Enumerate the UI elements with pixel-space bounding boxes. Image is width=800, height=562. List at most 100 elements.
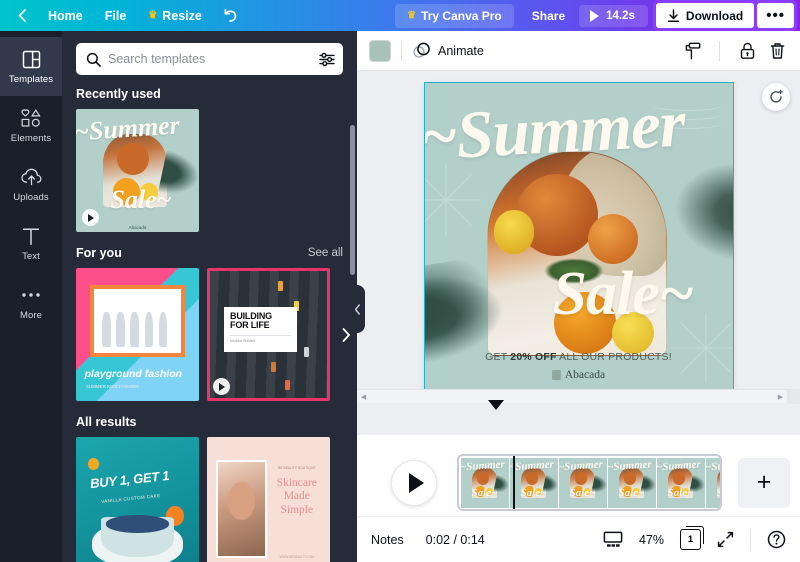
scroll-corner <box>787 390 800 404</box>
templates-grid-icon <box>22 49 41 70</box>
zoom-level[interactable]: 47% <box>639 533 664 547</box>
offer-prefix: GET <box>485 351 510 363</box>
thumb-text-card: BUILDING FOR LIFE Modular Builders <box>224 307 297 353</box>
home-button[interactable]: Home <box>37 5 94 27</box>
trash-icon <box>770 42 785 60</box>
thumb-headline-top: ~Summer <box>76 110 180 147</box>
timeline-playhead[interactable] <box>513 456 515 509</box>
sidebar-item-label: More <box>20 310 42 321</box>
timeline-frame[interactable]: ~SummerSale~ <box>608 458 656 508</box>
paint-roller-icon <box>684 42 701 60</box>
lock-button[interactable] <box>734 38 760 64</box>
panel-collapse-button[interactable] <box>349 285 365 333</box>
see-all-link[interactable]: See all <box>308 247 343 259</box>
panel-scrollbar[interactable] <box>350 125 355 275</box>
timeline-frame[interactable]: ~SummerSale~ <box>510 458 558 508</box>
sidebar-item-more[interactable]: More <box>0 273 62 332</box>
canvas-horizontal-scrollbar[interactable]: ◀ ▶ <box>357 389 800 403</box>
back-button[interactable] <box>8 5 37 26</box>
timeline-frame[interactable]: ~SummerSale~ <box>461 458 509 508</box>
thumb-caption: BUY 1, GET 1 <box>89 467 169 490</box>
thumb-subcaption: SUMMER KIDS FASHION <box>86 384 139 389</box>
thumb-photo-frame <box>90 285 186 357</box>
canvas-area[interactable]: ~Summer Sale~ GET 20% OFF ALL OUR PRODUC… <box>357 71 800 403</box>
template-card-playground-fashion[interactable]: playground fashion SUMMER KIDS FASHION <box>76 268 199 401</box>
sidebar-item-elements[interactable]: Elements <box>0 96 62 155</box>
toolbar-divider <box>719 41 720 61</box>
template-thumbnail: BUY 1, GET 1 VANILLA CUSTOM CAKE <box>76 437 199 562</box>
file-label: File <box>105 9 127 23</box>
timeline-frame[interactable]: ~SummerSale~ <box>559 458 607 508</box>
template-play-badge[interactable] <box>213 378 230 395</box>
shapes-icon <box>21 108 42 129</box>
timeline-frame[interactable]: ~SummerSale~ <box>657 458 705 508</box>
presenter-view-button[interactable] <box>603 531 623 548</box>
scroll-left-arrow[interactable]: ◀ <box>357 393 370 401</box>
sidebar-item-uploads[interactable]: Uploads <box>0 155 62 214</box>
template-card-skincare-made-simple[interactable]: BE BEAUTY BOUTIQUE Skincare Made Simple … <box>207 437 330 562</box>
brand-label: Abacada <box>565 369 605 381</box>
paint-roller-button[interactable] <box>679 38 705 64</box>
canvas-headline-sale[interactable]: Sale~ <box>553 259 694 330</box>
download-label: Download <box>686 9 743 23</box>
notes-button[interactable]: Notes <box>371 533 404 547</box>
resize-label: Resize <box>162 9 202 23</box>
home-label: Home <box>48 9 83 23</box>
canvas-offer-text[interactable]: GET 20% OFF ALL OUR PRODUCTS! <box>425 351 733 363</box>
page-number: 1 <box>688 534 693 545</box>
template-card-summer-sale[interactable]: ~Summer Sale~ Abacada <box>76 109 199 232</box>
undo-button[interactable] <box>213 4 248 27</box>
scroll-right-arrow[interactable]: ▶ <box>774 393 787 401</box>
template-play-badge[interactable] <box>82 209 99 226</box>
add-page-button[interactable]: + <box>738 458 790 508</box>
sliders-filter-icon[interactable] <box>319 52 335 67</box>
fullscreen-button[interactable] <box>717 531 734 548</box>
animate-button[interactable]: Animate <box>412 42 484 59</box>
timeline-play-button[interactable] <box>391 460 437 506</box>
upload-cloud-icon <box>21 167 42 188</box>
share-button[interactable]: Share <box>518 4 579 28</box>
download-group: Download ••• <box>653 0 797 31</box>
template-card-buy-one-get-one[interactable]: BUY 1, GET 1 VANILLA CUSTOM CAKE <box>76 437 199 562</box>
ellipsis-icon <box>21 285 41 306</box>
section-header-recently-used: Recently used <box>76 87 343 101</box>
share-label: Share <box>532 9 565 23</box>
section-header-for-you: For you See all <box>76 246 343 260</box>
timeline-frame[interactable]: ~SummerSale~ <box>706 458 722 508</box>
play-triangle-icon <box>219 383 225 391</box>
template-row-all-results: BUY 1, GET 1 VANILLA CUSTOM CAKE BE BEAU… <box>76 437 343 562</box>
scroll-track[interactable] <box>370 390 774 404</box>
search-input[interactable]: Search templates <box>76 43 343 75</box>
editor-toolbar-right <box>679 38 790 64</box>
play-triangle-icon <box>409 473 424 493</box>
thumb-headline-bottom: Sale~ <box>110 185 171 215</box>
resize-button[interactable]: ♛ Resize <box>137 5 213 27</box>
canvas-brand[interactable]: Abacada <box>425 369 733 381</box>
timeline-filmstrip[interactable]: ~SummerSale~ ~SummerSale~ ~SummerSale~ ~… <box>457 454 722 511</box>
try-canva-pro-button[interactable]: ♛ Try Canva Pro <box>395 4 514 28</box>
top-toolbar-left: Home File ♛ Resize <box>0 0 248 31</box>
sidebar-item-templates[interactable]: Templates <box>0 37 62 96</box>
more-options-button[interactable]: ••• <box>757 3 794 28</box>
timeline-playhead-marker[interactable] <box>488 400 504 410</box>
templates-scroll-area[interactable]: Recently used ~Summer Sale~ Abacada <box>62 83 357 562</box>
time-display: 0:02 / 0:14 <box>426 533 485 547</box>
sidebar-item-text[interactable]: Text <box>0 214 62 273</box>
search-row: Search templates <box>62 31 357 83</box>
delete-button[interactable] <box>764 38 790 64</box>
crown-icon: ♛ <box>407 11 416 21</box>
download-button[interactable]: Download <box>656 3 754 28</box>
preview-duration-button[interactable]: 14.2s <box>579 5 648 27</box>
file-menu-button[interactable]: File <box>94 5 138 27</box>
page-selector-button[interactable]: 1 <box>680 529 701 550</box>
sidebar-item-label: Uploads <box>13 192 49 203</box>
canvas-headline-summer[interactable]: ~Summer <box>424 83 734 177</box>
offer-bold: 20% OFF <box>510 351 556 363</box>
help-button[interactable] <box>767 530 786 549</box>
color-swatch[interactable] <box>369 40 391 62</box>
design-canvas[interactable]: ~Summer Sale~ GET 20% OFF ALL OUR PRODUC… <box>424 82 734 392</box>
help-question-icon <box>767 530 786 549</box>
duplicate-page-button[interactable] <box>762 83 790 111</box>
template-card-building-for-life[interactable]: BUILDING FOR LIFE Modular Builders <box>207 268 330 401</box>
status-bar-right: 47% 1 <box>603 529 786 550</box>
